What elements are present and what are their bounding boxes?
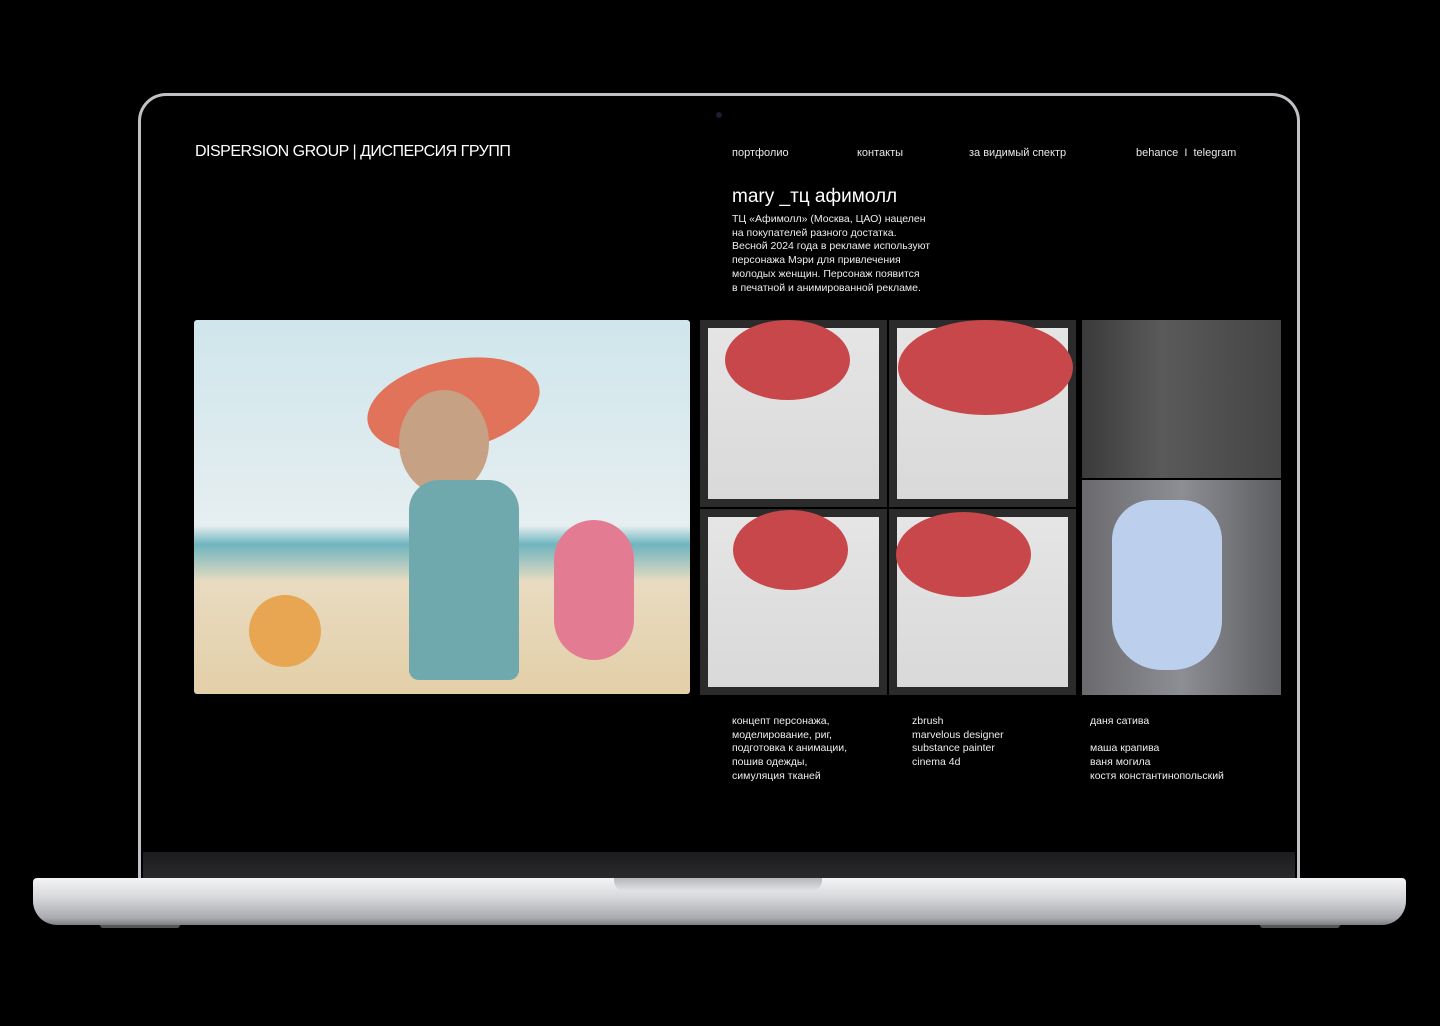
- desc-line: в печатной и анимированной рекламе.: [732, 281, 921, 294]
- credit-line: marvelous designer: [912, 728, 1004, 741]
- desc-line: на покупателей разного достатка.: [732, 226, 897, 239]
- credits-software: zbrush marvelous designer substance pain…: [912, 715, 1004, 770]
- credit-line: zbrush: [912, 715, 944, 727]
- hero-image-beach[interactable]: [194, 320, 690, 694]
- nav-portfolio[interactable]: портфолио: [732, 147, 789, 159]
- screen-chin: [143, 852, 1295, 879]
- nav-social-links[interactable]: behance I telegram: [1136, 147, 1236, 159]
- laptop-notch: [614, 878, 822, 892]
- clothing-sim-image[interactable]: [1082, 480, 1281, 695]
- credit-line: концепт персонажа,: [732, 715, 830, 727]
- sculpt-image-heads[interactable]: [1082, 320, 1281, 478]
- site-logo[interactable]: DISPERSION GROUP | ДИСПЕРСИЯ ГРУПП: [195, 143, 511, 161]
- nav-beyond-spectrum[interactable]: за видимый спектр: [969, 147, 1066, 159]
- credit-line: cinema 4d: [912, 756, 961, 769]
- credit-line: даня сатива: [1090, 715, 1150, 727]
- credit-spacer: [1090, 729, 1224, 743]
- camera-icon: [716, 112, 722, 118]
- project-description: ТЦ «Афимолл» (Москва, ЦАО) нацелен на по…: [732, 213, 962, 295]
- laptop-foot: [1260, 925, 1340, 928]
- nav-contacts[interactable]: контакты: [857, 147, 903, 159]
- credit-line: ваня могила: [1090, 756, 1151, 769]
- project-title: mary _тц афимолл: [732, 186, 898, 207]
- credit-line: моделирование, риг,: [732, 728, 832, 741]
- desc-line: ТЦ «Афимолл» (Москва, ЦАО) нацелен: [732, 213, 926, 225]
- credit-line: костя константинопольский: [1090, 769, 1224, 782]
- credits-work: концепт персонажа, моделирование, риг, п…: [732, 715, 847, 784]
- credit-line: пошив одежды,: [732, 756, 808, 769]
- desc-line: молодых женщин. Персонаж появится: [732, 267, 920, 280]
- credit-line: маша крапива: [1090, 742, 1160, 755]
- credit-line: substance painter: [912, 742, 995, 755]
- credits-team: даня сатива маша крапива ваня могила кос…: [1090, 715, 1224, 784]
- laptop-foot: [100, 925, 180, 928]
- credit-line: подготовка к анимации,: [732, 742, 848, 755]
- credit-line: симуляция тканей: [732, 769, 821, 782]
- desc-line: Весной 2024 года в рекламе используют: [732, 240, 931, 253]
- desc-line: персонажа Мэри для привлечения: [732, 254, 901, 267]
